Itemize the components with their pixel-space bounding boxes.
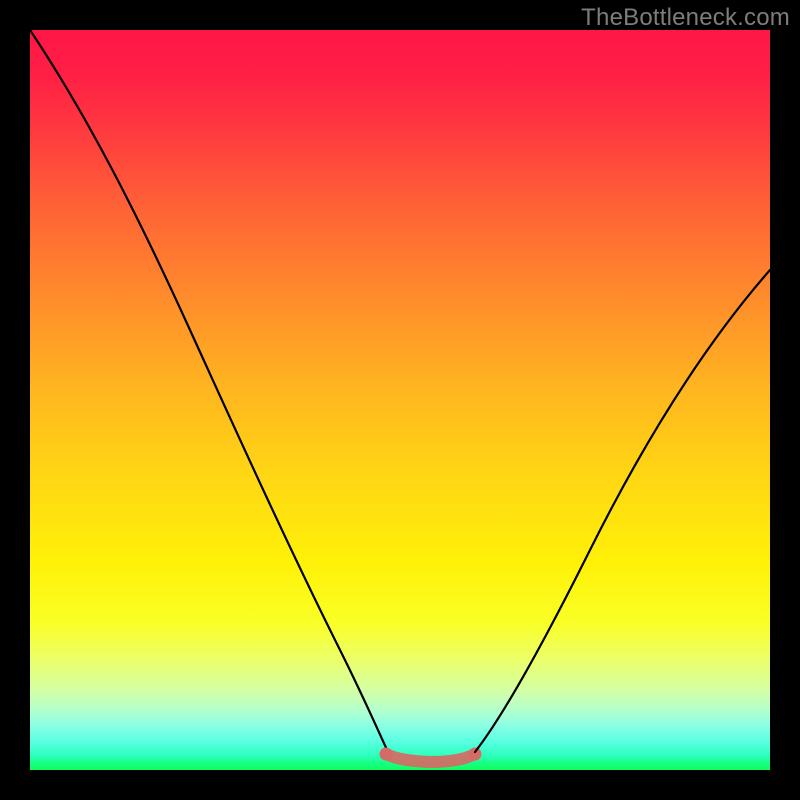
right-branch-line bbox=[475, 270, 770, 752]
valley-endpoint-left bbox=[380, 748, 393, 761]
watermark-text: TheBottleneck.com bbox=[581, 4, 790, 32]
plot-area bbox=[30, 30, 770, 770]
chart-frame: TheBottleneck.com bbox=[0, 0, 800, 800]
valley-endpoint-right bbox=[469, 748, 482, 761]
left-branch-line bbox=[30, 30, 388, 752]
curve-layer bbox=[30, 30, 770, 770]
valley-highlight bbox=[386, 754, 475, 762]
